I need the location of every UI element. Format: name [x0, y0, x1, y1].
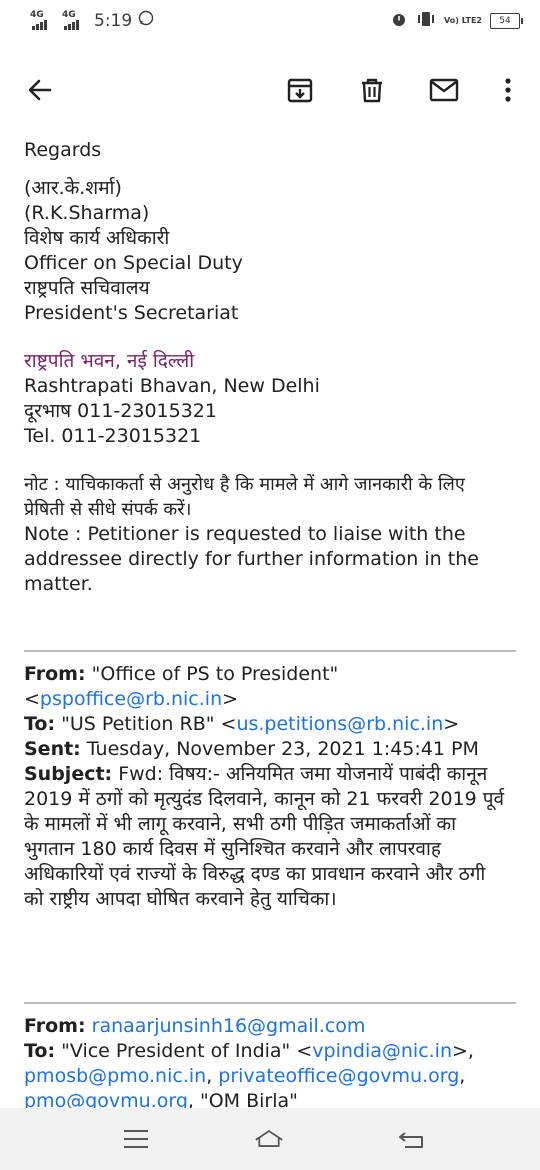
signatory-title-hindi: विशेष कार्य अधिकारी	[24, 227, 170, 249]
from-email-link[interactable]: ranaarjunsinh16@gmail.com	[92, 1015, 366, 1037]
signal-1-icon: 4G	[30, 9, 56, 30]
mail-icon	[429, 78, 459, 102]
signatory-name-hindi: (आर.के.शर्मा)	[24, 177, 122, 199]
subject-line-3: के मामलों में भी लागू करवाने, सभी ठगी पी…	[24, 813, 457, 835]
regards-text: Regards	[24, 139, 102, 161]
place-hindi: राष्ट्रपति भवन, नई दिल्ली	[24, 350, 195, 372]
divider	[24, 1002, 516, 1004]
subject-line-6: को राष्ट्रीय आपदा घोषित करवाने हेतु याचि…	[24, 888, 337, 910]
alarm-icon	[390, 10, 408, 32]
note-line-1: Note : Petitioner is requested to liaise…	[24, 523, 466, 545]
to-name: "Vice President of India" <	[55, 1040, 313, 1062]
menu-icon	[124, 1130, 148, 1148]
email-toolbar	[0, 40, 540, 138]
status-bar: 4G 4G 5:19 Vo) LTE2 54	[0, 0, 540, 40]
to-email-link[interactable]: pmo@govmu.org	[24, 1090, 188, 1108]
whatsapp-icon	[138, 10, 154, 31]
back-nav-button[interactable]	[396, 1124, 426, 1154]
battery-icon: 54	[490, 13, 523, 29]
signal-2-icon: 4G	[62, 9, 88, 30]
back-button[interactable]	[20, 70, 60, 110]
delete-button[interactable]	[352, 70, 392, 110]
phone: Tel. 011-23015321	[24, 425, 202, 447]
clock: 5:19	[94, 10, 133, 31]
note-hindi-line-1: नोट : याचिकाकर्ता से अनुरोध है कि मामले …	[24, 474, 465, 495]
home-button[interactable]	[254, 1124, 284, 1154]
to-email-link[interactable]: pmosb@pmo.nic.in	[24, 1065, 206, 1087]
place: Rashtrapati Bhavan, New Delhi	[24, 375, 320, 397]
archive-icon	[287, 78, 313, 103]
to-name: , "OM Birla"	[187, 1090, 298, 1108]
from-label: From:	[24, 1015, 86, 1037]
from-email-link[interactable]: pspoffice@rb.nic.in	[40, 688, 222, 710]
recent-apps-button[interactable]	[121, 1124, 151, 1154]
signatory-title: Officer on Special Duty	[24, 252, 243, 274]
subject-line-2: 2019 में ठगों को मृत्युदंड दिलवाने, कानू…	[24, 788, 505, 810]
to-label: To:	[24, 1040, 56, 1062]
subject-line-1: Fwd: विषय:- अनियमित जमा योजनायें पाबंदी …	[112, 763, 488, 785]
to-label: To:	[24, 713, 56, 735]
separator: >,	[452, 1040, 474, 1062]
to-name: "US Petition RB" <	[55, 713, 237, 735]
bracket: >	[222, 688, 239, 710]
mark-unread-button[interactable]	[424, 70, 464, 110]
from-name: "Office of PS to President"	[85, 663, 339, 685]
arrow-left-icon	[28, 79, 52, 101]
bracket: <	[24, 688, 40, 710]
from-label: From:	[24, 663, 86, 685]
battery-level: 54	[499, 16, 511, 26]
separator: ,	[459, 1065, 466, 1087]
home-icon	[255, 1130, 283, 1147]
divider	[24, 650, 516, 652]
forwarded-header-1: From: "Office of PS to President" <pspof…	[24, 662, 520, 912]
vibrate-icon	[416, 11, 436, 31]
archive-button[interactable]	[280, 70, 320, 110]
sent-label: Sent:	[24, 738, 81, 760]
bracket: >	[443, 713, 460, 735]
signal-2-label: 4G	[62, 9, 76, 20]
email-body: Regards (आर.के.शर्मा) (R.K.Sharma) विशेष…	[24, 138, 520, 597]
signal-1-label: 4G	[30, 9, 44, 20]
separator: ,	[206, 1065, 219, 1087]
subject-line-5: अधिकारियों एवं राज्यों के विरुद्ध दण्ड क…	[24, 863, 486, 885]
forwarded-header-2: From: ranaarjunsinh16@gmail.com To: "Vic…	[24, 1014, 520, 1108]
note-hindi-line-2: प्रेषिती से सीधे संपर्क करें।	[24, 499, 192, 520]
to-email-link[interactable]: privateoffice@govmu.org	[218, 1065, 459, 1087]
more-options-button[interactable]	[488, 70, 528, 110]
note-line-2: addressee directly for further informati…	[24, 548, 479, 570]
back-icon	[399, 1132, 423, 1148]
office-name: President's Secretariat	[24, 302, 239, 324]
office-name-hindi: राष्ट्रपति सचिवालय	[24, 277, 150, 299]
note-line-3: matter.	[24, 573, 93, 595]
trash-icon	[362, 78, 382, 103]
more-vert-icon	[505, 78, 511, 102]
sent-value: Tuesday, November 23, 2021 1:45:41 PM	[80, 738, 479, 760]
subject-label: Subject:	[24, 763, 113, 785]
to-email-link[interactable]: vpindia@nic.in	[312, 1040, 452, 1062]
phone-hindi: दूरभाष 011-23015321	[24, 400, 217, 422]
to-email-link[interactable]: us.petitions@rb.nic.in	[236, 713, 443, 735]
subject-line-4: भुगतान 180 कार्य दिवस में सुनिश्चित करवा…	[24, 838, 441, 860]
signatory-name: (R.K.Sharma)	[24, 202, 150, 224]
network-indicator: Vo) LTE2	[444, 16, 482, 25]
system-nav-bar	[0, 1108, 540, 1170]
